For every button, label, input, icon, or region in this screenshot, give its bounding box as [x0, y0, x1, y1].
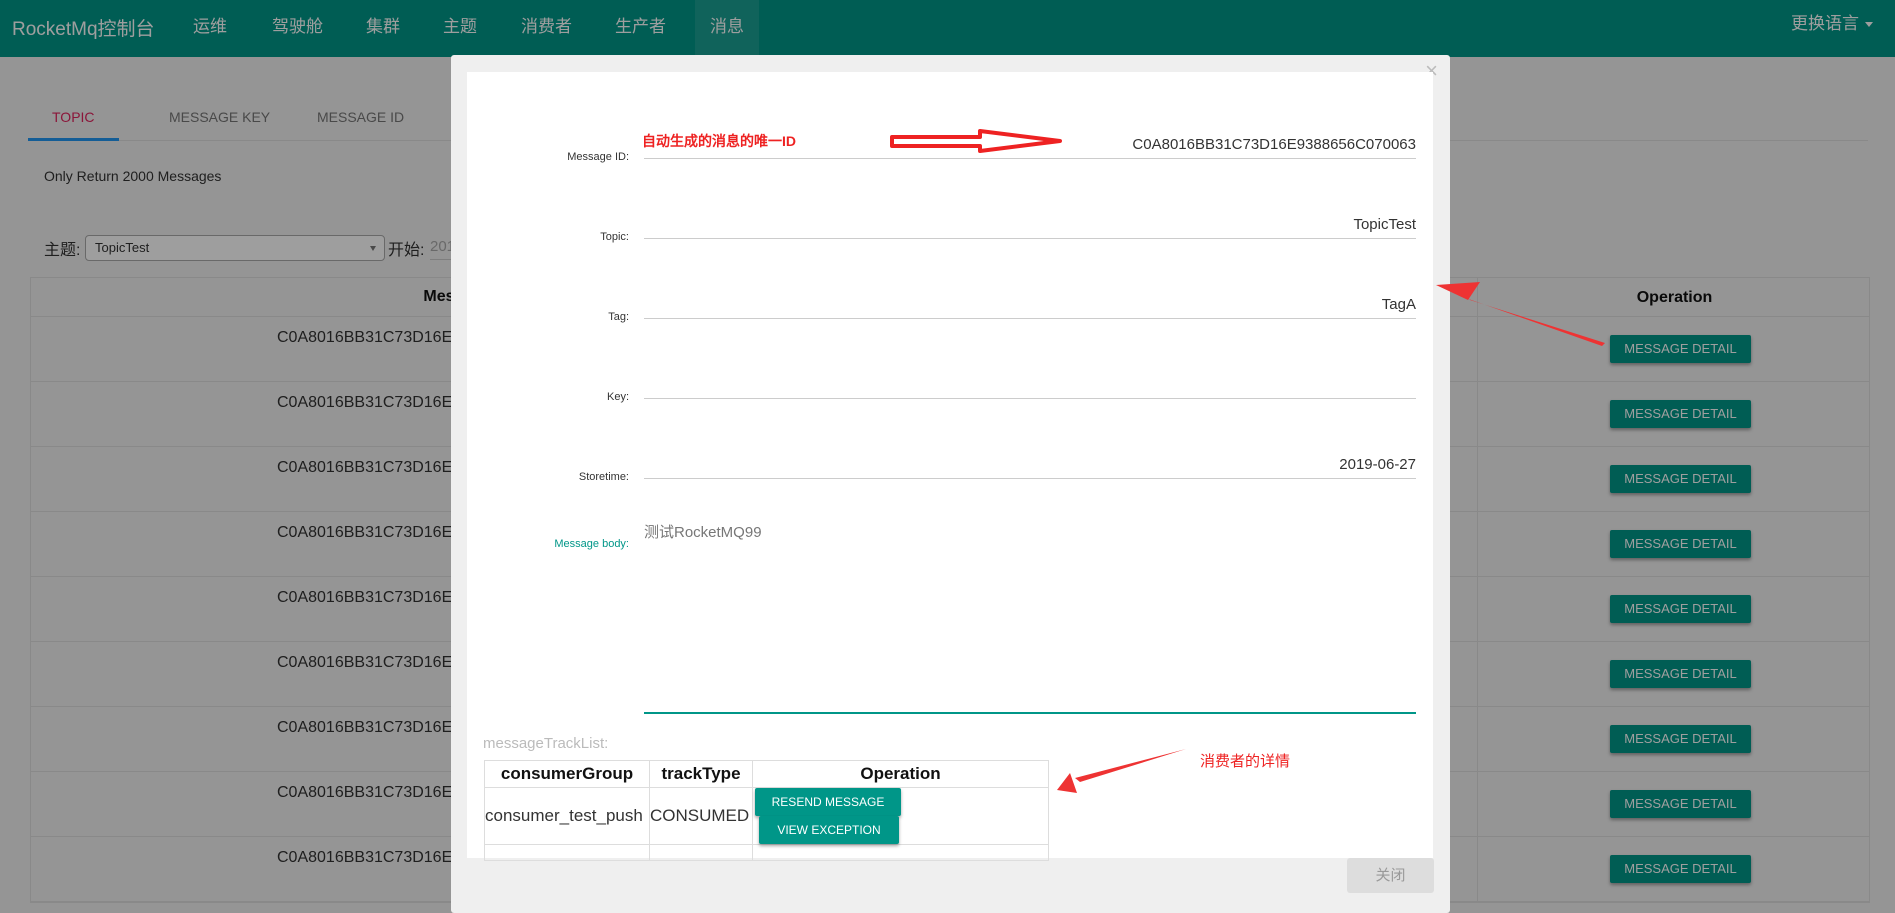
arrow-to-track-table-icon: [1075, 749, 1186, 782]
arrow-to-tag-icon: [1456, 284, 1605, 346]
arrow-to-track-table-head-icon: [1057, 773, 1077, 793]
annotation-arrows: [890, 129, 1605, 793]
hollow-arrow-icon: [890, 129, 1062, 153]
arrow-to-tag-head-icon: [1436, 282, 1480, 300]
